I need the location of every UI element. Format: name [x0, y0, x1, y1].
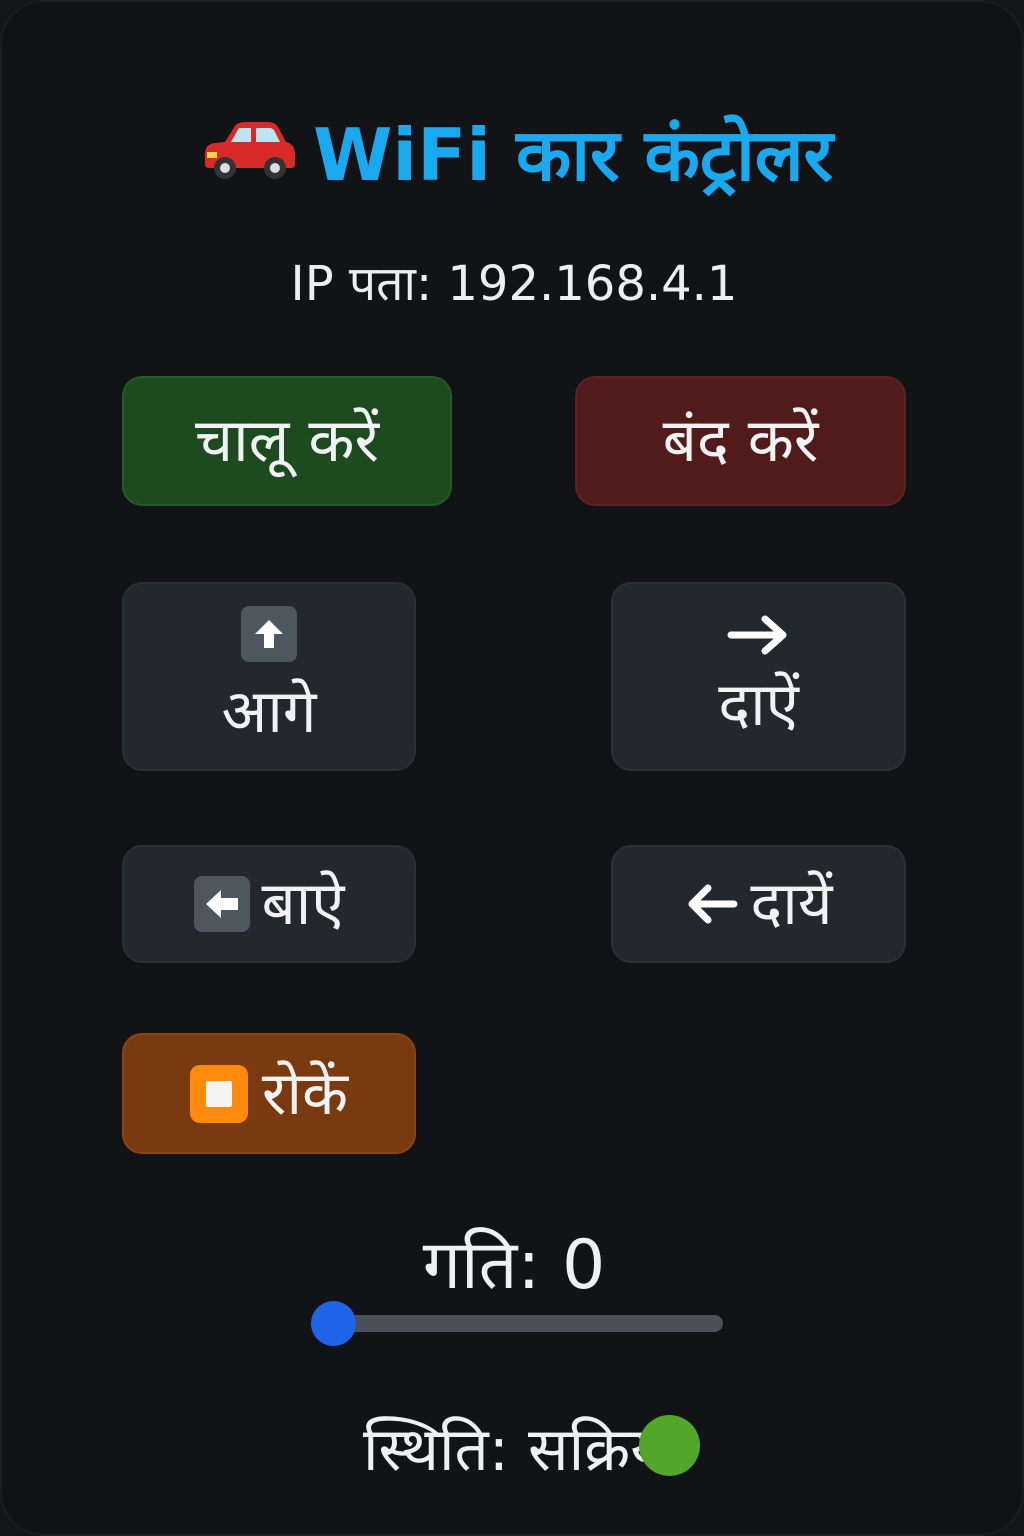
left-arrow-icon	[684, 882, 738, 926]
left-arrow-box-icon	[193, 876, 250, 932]
car-icon	[195, 110, 299, 200]
stop-label: रोकें	[261, 1058, 349, 1129]
turn-label: दायें	[750, 869, 833, 939]
up-arrow-icon	[241, 605, 297, 662]
power-on-label: चालू करें	[194, 406, 379, 476]
power-on-button[interactable]: चालू करें	[122, 376, 452, 506]
left-label: बाऐ	[261, 869, 345, 939]
power-off-label: बंद करें	[662, 406, 819, 476]
stop-icon	[189, 1064, 248, 1123]
status-indicator	[639, 1415, 700, 1476]
right-arrow-icon	[727, 613, 791, 657]
speed-label: गति: 0	[422, 1226, 606, 1305]
right-label: दाऐं	[718, 669, 799, 740]
stop-button[interactable]: रोकें	[122, 1033, 416, 1154]
forward-button[interactable]: आगे	[122, 582, 416, 771]
turn-button[interactable]: दायें	[611, 845, 906, 963]
ip-address: IP पता: 192.168.4.1	[290, 256, 738, 312]
page-title: WiFi कार कंट्रोलर	[2, 110, 1024, 200]
status-text: स्थिति: सक्रिय	[362, 1415, 666, 1485]
speed-slider-thumb[interactable]	[311, 1301, 356, 1346]
power-off-button[interactable]: बंद करें	[575, 376, 906, 506]
forward-label: आगे	[221, 676, 317, 747]
app-window: WiFi कार कंट्रोलर IP पता: 192.168.4.1 चा…	[0, 0, 1024, 1536]
title-text: WiFi कार कंट्रोलर	[313, 113, 833, 197]
right-button[interactable]: दाऐं	[611, 582, 906, 771]
speed-slider[interactable]	[334, 1315, 723, 1332]
left-button[interactable]: बाऐ	[122, 845, 416, 963]
